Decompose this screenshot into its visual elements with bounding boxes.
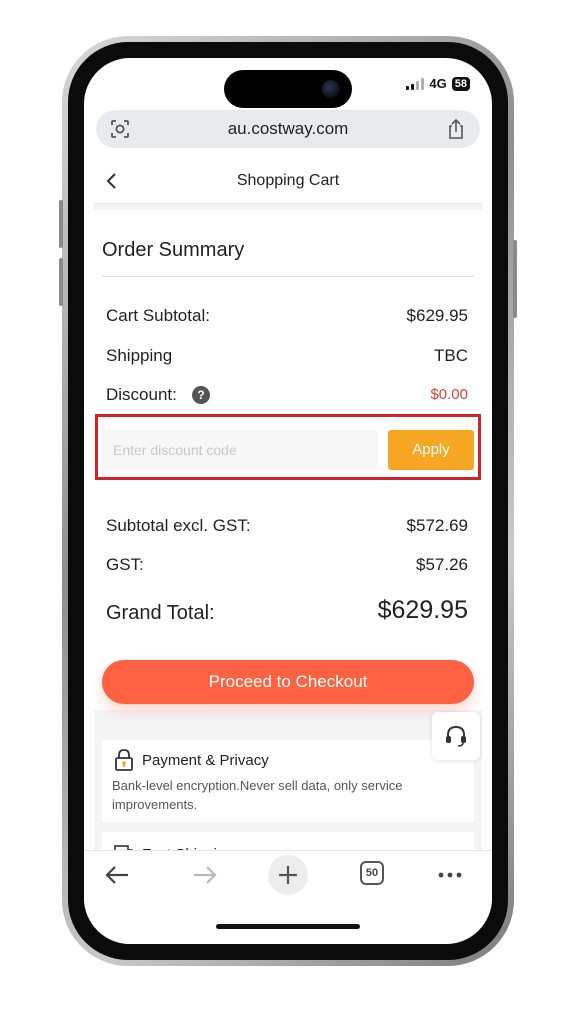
headset-icon xyxy=(446,725,466,747)
divider xyxy=(102,276,474,277)
power-button xyxy=(513,240,517,318)
phone-mockup: 4G 58 au.costway.com Shopping Cart Order… xyxy=(0,0,576,1024)
cart-subtotal-label: Cart Subtotal: xyxy=(106,306,210,325)
back-arrow-icon[interactable] xyxy=(98,859,138,891)
question-icon[interactable]: ? xyxy=(192,386,210,404)
more-icon[interactable] xyxy=(430,859,470,891)
shipping-label: Shipping xyxy=(106,346,173,365)
page-title: Shopping Cart xyxy=(236,172,340,189)
status-indicators: 4G 58 xyxy=(406,76,470,91)
volume-button xyxy=(59,200,63,248)
order-summary-title: Order Summary xyxy=(102,239,245,261)
gst-value: $57.26 xyxy=(416,555,468,574)
dynamic-island xyxy=(224,70,352,108)
apply-button[interactable]: Apply xyxy=(388,430,474,470)
grand-total-value: $629.95 xyxy=(377,596,468,624)
customer-support-button[interactable] xyxy=(432,712,480,760)
phone-screen: 4G 58 au.costway.com Shopping Cart Order… xyxy=(84,58,492,944)
cart-subtotal-value: $629.95 xyxy=(406,306,468,325)
volume-button xyxy=(59,258,63,306)
payment-privacy-card: Payment & Privacy Bank-level encryption.… xyxy=(102,740,474,822)
camera-icon xyxy=(322,80,340,98)
home-indicator[interactable] xyxy=(216,924,360,929)
subtotal-excl-gst-label: Subtotal excl. GST: xyxy=(106,516,251,535)
signal-icon xyxy=(406,77,425,90)
page-content: Shopping Cart Order Summary Cart Subtota… xyxy=(94,158,482,872)
network-label: 4G xyxy=(429,76,447,91)
share-icon[interactable] xyxy=(446,118,466,140)
discount-code-box: Apply xyxy=(95,414,481,480)
grand-total-label: Grand Total: xyxy=(106,602,215,624)
new-tab-button[interactable] xyxy=(268,855,308,895)
plus-icon xyxy=(279,866,297,884)
payment-privacy-description: Bank-level encryption.Never sell data, o… xyxy=(112,778,403,812)
discount-value: $0.00 xyxy=(430,386,468,403)
discount-label: Discount: xyxy=(106,385,177,404)
payment-privacy-title: Payment & Privacy xyxy=(142,752,269,769)
discount-code-input[interactable] xyxy=(103,430,378,470)
shipping-value: TBC xyxy=(434,346,468,365)
browser-toolbar: 50 xyxy=(84,850,492,944)
order-summary-card: Order Summary Cart Subtotal: $629.95 Shi… xyxy=(94,210,482,710)
battery-icon: 58 xyxy=(451,76,470,91)
page-header: Shopping Cart xyxy=(94,158,482,204)
proceed-to-checkout-button[interactable]: Proceed to Checkout xyxy=(102,660,474,704)
tabs-icon[interactable]: 50 xyxy=(360,861,384,885)
url-text[interactable]: au.costway.com xyxy=(96,119,480,139)
lock-icon xyxy=(115,749,133,771)
address-bar[interactable]: au.costway.com xyxy=(96,110,480,148)
gst-label: GST: xyxy=(106,555,144,574)
forward-arrow-icon[interactable] xyxy=(184,859,224,891)
subtotal-excl-gst-value: $572.69 xyxy=(406,516,468,535)
